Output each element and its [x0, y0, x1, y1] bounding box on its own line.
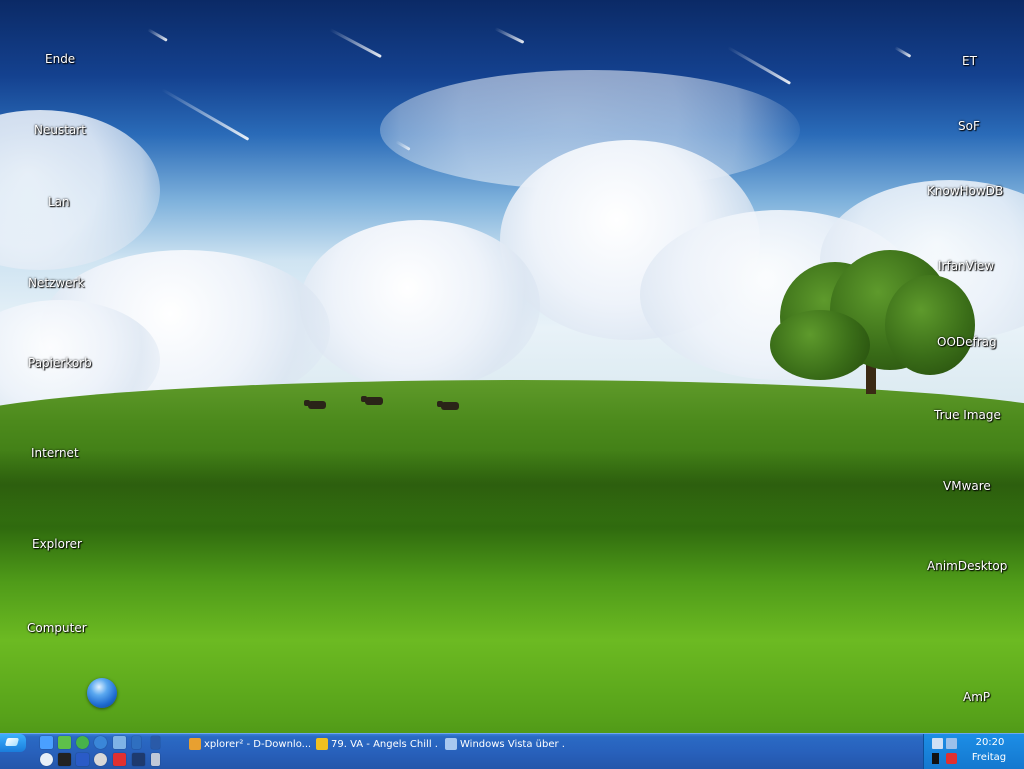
desktop-icon-netzwerk[interactable]: Netzwerk [28, 276, 84, 290]
ql-icon-1[interactable] [40, 736, 53, 749]
ql-icon-9[interactable] [58, 753, 71, 766]
desktop-icon-knowhowdb[interactable]: KnowHowDB [927, 184, 1003, 198]
desktop[interactable]: Ende Neustart Lan Netzwerk Papierkorb In… [0, 0, 1024, 733]
desktop-icon-true-image[interactable]: True Image [934, 408, 1001, 422]
network-icon[interactable] [932, 738, 943, 749]
ql-icon-14[interactable] [151, 753, 160, 766]
window-icon [445, 738, 457, 750]
ql-icon-13[interactable] [132, 753, 145, 766]
task-label: Windows Vista über ... [460, 739, 566, 750]
taskbar: xplorer² - D-Downlo... 79. VA - Angels C… [0, 733, 1024, 769]
ql-icon-11[interactable] [94, 753, 107, 766]
desktop-icon-neustart[interactable]: Neustart [34, 123, 86, 137]
ql-icon-2[interactable] [58, 736, 71, 749]
clock-day[interactable]: Freitag [964, 752, 1014, 763]
desktop-icon-animdesktop[interactable]: AnimDesktop [927, 559, 1007, 573]
ql-icon-ie[interactable] [94, 736, 107, 749]
desktop-icon-et[interactable]: ET [962, 54, 977, 68]
device-icon[interactable] [932, 753, 939, 764]
cow-decoration [304, 400, 326, 409]
task-xplorer[interactable]: xplorer² - D-Downlo... [188, 736, 310, 753]
desktop-icon-explorer[interactable]: Explorer [32, 537, 82, 551]
monitor-icon[interactable] [946, 738, 957, 749]
cow-decoration [437, 401, 459, 410]
ql-icon-6[interactable] [132, 736, 141, 749]
desktop-icon-internet[interactable]: Internet [31, 446, 79, 460]
system-tray: 20:20 Freitag [923, 734, 1024, 769]
grass-shadow [0, 450, 1024, 520]
ql-icon-5[interactable] [113, 736, 126, 749]
cloud-decoration [300, 220, 540, 390]
grass-hill [0, 380, 1024, 733]
ql-icon-w[interactable] [76, 753, 89, 766]
desktop-icon-irfanview[interactable]: IrfanView [938, 259, 994, 273]
ql-icon-3[interactable] [76, 736, 89, 749]
start-button[interactable] [0, 734, 26, 752]
clock-time[interactable]: 20:20 [970, 737, 1010, 748]
desktop-icon-sof[interactable]: SoF [958, 119, 980, 133]
ql-icon-7[interactable] [151, 736, 160, 749]
desktop-icon-computer[interactable]: Computer [27, 621, 87, 635]
task-windows-vista[interactable]: Windows Vista über ... [444, 736, 566, 753]
desktop-icon-ende[interactable]: Ende [45, 52, 75, 66]
task-label: 79. VA - Angels Chill ... [331, 739, 437, 750]
desktop-icon-papierkorb[interactable]: Papierkorb [28, 356, 92, 370]
blue-orb-icon[interactable] [87, 678, 117, 708]
task-label: xplorer² - D-Downlo... [204, 739, 310, 750]
desktop-icon-vmware[interactable]: VMware [943, 479, 991, 493]
folder-icon [189, 738, 201, 750]
antivirus-icon[interactable] [946, 753, 957, 764]
ql-icon-8[interactable] [40, 753, 53, 766]
cow-decoration [361, 396, 383, 405]
media-player-icon [316, 738, 328, 750]
tree-foliage [770, 310, 870, 380]
ql-icon-12[interactable] [113, 753, 126, 766]
desktop-icon-lan[interactable]: Lan [48, 195, 70, 209]
task-va-angels[interactable]: 79. VA - Angels Chill ... [315, 736, 437, 753]
desktop-icon-amp[interactable]: AmP [963, 690, 990, 704]
desktop-icon-oodefrag[interactable]: OODefrag [937, 335, 997, 349]
tree-foliage [885, 275, 975, 375]
